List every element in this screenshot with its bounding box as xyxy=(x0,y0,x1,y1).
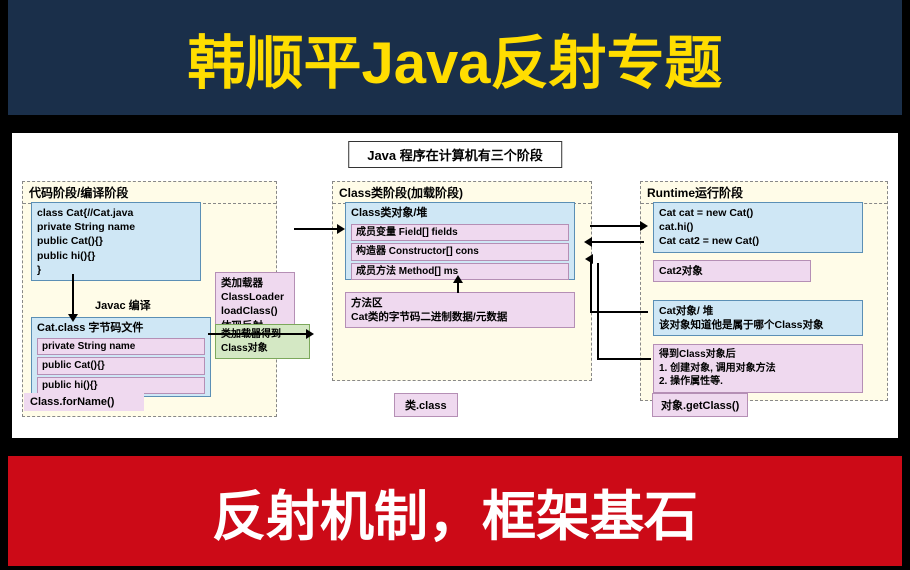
classobj-header: Class类对象/堆 xyxy=(351,206,569,221)
arrow xyxy=(597,358,651,360)
box-class-object-heap: Class类对象/堆 成员变量 Field[] fields 构造器 Const… xyxy=(345,202,575,280)
arrow xyxy=(597,263,599,359)
compile-label: Javac 编译 xyxy=(95,297,151,313)
box-cat2-object: Cat2对象 xyxy=(653,260,811,282)
classobj-item: 构造器 Constructor[] cons xyxy=(351,243,569,261)
banner-top-title: 韩顺平Java反射专题 xyxy=(187,16,722,100)
arrow xyxy=(590,258,592,313)
diagram-title: Java 程序在计算机有三个阶段 xyxy=(348,141,562,168)
box-runtime-code: Cat cat = new Cat() cat.hi() Cat cat2 = … xyxy=(653,202,863,253)
arrow-head xyxy=(453,275,463,283)
box-after-class-object: 得到Class对象后 1. 创建对象, 调用对象方法 2. 操作属性等. xyxy=(653,344,863,393)
stage2-header: Class类阶段(加载阶段) xyxy=(333,182,591,204)
box-object-getclass: 对象.getClass() xyxy=(652,393,748,417)
banner-top: 韩顺平Java反射专题 xyxy=(8,0,902,115)
banner-bottom-title: 反射机制，框架基石 xyxy=(212,472,698,551)
box-cat-class-file: Cat.class 字节码文件 private String name publ… xyxy=(31,317,211,397)
box-loader-note: 类加载器得到Class对象 xyxy=(215,324,310,359)
box-class-forname: Class.forName() xyxy=(24,393,144,411)
diagram-area: Java 程序在计算机有三个阶段 代码阶段/编译阶段 class Cat{//C… xyxy=(12,133,898,438)
stage-code-compile: 代码阶段/编译阶段 class Cat{//Cat.java private S… xyxy=(22,181,277,417)
arrow-head xyxy=(337,224,345,234)
arrow-head xyxy=(306,329,314,339)
stage1-header: 代码阶段/编译阶段 xyxy=(23,182,276,204)
arrow-head xyxy=(584,237,592,247)
catclass-item: public Cat(){} xyxy=(37,357,205,375)
catclass-header: Cat.class 字节码文件 xyxy=(37,321,205,336)
arrow-head xyxy=(585,254,593,264)
box-source-code: class Cat{//Cat.java private String name… xyxy=(31,202,201,281)
box-class-dot-class: 类.class xyxy=(394,393,458,417)
box-cat-object-heap: Cat对象/ 堆 该对象知道他是属于哪个Class对象 xyxy=(653,300,863,336)
catclass-item: private String name xyxy=(37,338,205,356)
arrow-head xyxy=(68,314,78,322)
arrow xyxy=(208,333,308,335)
arrow xyxy=(590,241,644,243)
arrow-head xyxy=(640,221,648,231)
classobj-item: 成员变量 Field[] fields xyxy=(351,224,569,242)
arrow xyxy=(590,225,644,227)
banner-bottom: 反射机制，框架基石 xyxy=(8,456,902,566)
catclass-item: public hi(){} xyxy=(37,377,205,395)
box-method-area: 方法区 Cat类的字节码二进制数据/元数据 xyxy=(345,292,575,328)
arrow xyxy=(72,274,74,316)
arrow xyxy=(294,228,342,230)
stage3-header: Runtime运行阶段 xyxy=(641,182,887,204)
stage-runtime: Runtime运行阶段 Cat cat = new Cat() cat.hi()… xyxy=(640,181,888,401)
